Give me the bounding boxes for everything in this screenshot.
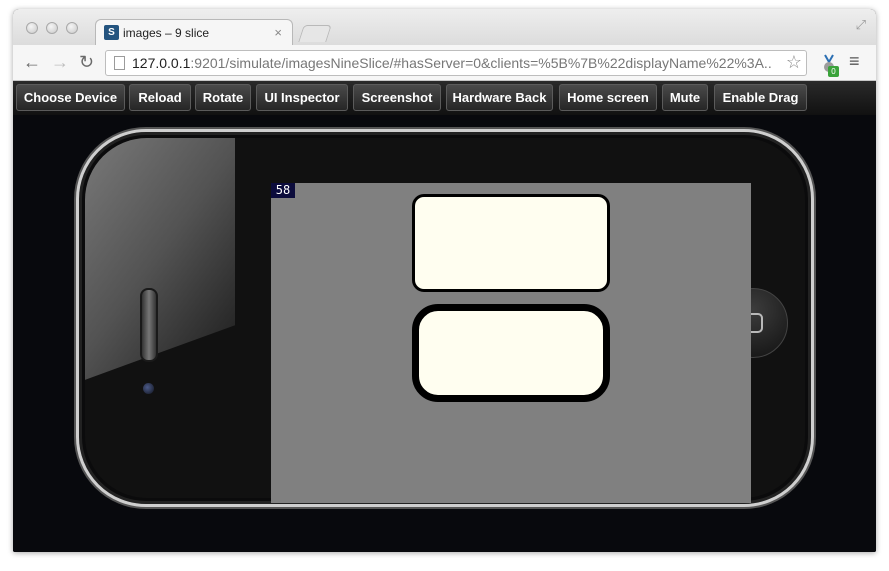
device-frame: 58 <box>76 129 814 507</box>
choose-device-button[interactable]: Choose Device <box>16 84 125 111</box>
game-engine-icon: S <box>104 25 119 40</box>
ui-inspector-button[interactable]: UI Inspector <box>256 84 348 111</box>
enable-drag-button[interactable]: Enable Drag <box>714 84 807 111</box>
menu-icon[interactable]: ≡ <box>849 51 860 72</box>
fps-counter: 58 <box>271 183 295 198</box>
extension-badge: 0 <box>828 66 839 77</box>
zoom-window-button[interactable] <box>66 22 78 34</box>
home-screen-button[interactable]: Home screen <box>559 84 657 111</box>
reload-button[interactable]: Reload <box>129 84 191 111</box>
nine-slice-panel-thick <box>412 304 610 402</box>
url-text[interactable]: 127.0.0.1:9201/simulate/imagesNineSlice/… <box>132 55 772 71</box>
rotate-button[interactable]: Rotate <box>195 84 251 111</box>
bookmark-star-icon[interactable]: ☆ <box>786 52 802 73</box>
new-tab-button[interactable] <box>298 25 332 42</box>
address-bar[interactable]: 127.0.0.1:9201/simulate/imagesNineSlice/… <box>105 50 807 76</box>
tab-active[interactable]: S images – 9 slice × <box>95 19 293 45</box>
navigation-bar: ← → ↻ 127.0.0.1:9201/simulate/imagesNine… <box>13 45 876 81</box>
tab-close-icon[interactable]: × <box>274 25 282 40</box>
forward-icon[interactable]: → <box>51 51 69 73</box>
device-screen[interactable]: 58 <box>271 183 751 503</box>
url-host: 127.0.0.1 <box>132 55 191 71</box>
page-icon <box>114 56 125 70</box>
reload-icon[interactable]: ↻ <box>79 51 94 73</box>
browser-window: S images – 9 slice × ⤢ ← → ↻ 127.0.0.1:9… <box>13 9 876 552</box>
simulator-stage: 58 <box>13 115 876 552</box>
camera-icon <box>143 383 154 394</box>
screenshot-button[interactable]: Screenshot <box>353 84 441 111</box>
device-gloss <box>85 138 235 391</box>
mute-button[interactable]: Mute <box>662 84 708 111</box>
close-window-button[interactable] <box>26 22 38 34</box>
speaker-grille <box>140 288 158 362</box>
tab-title: images – 9 slice <box>123 26 210 40</box>
fullscreen-icon[interactable]: ⤢ <box>856 17 866 33</box>
tab-bar: S images – 9 slice × ⤢ <box>13 9 876 45</box>
simulator-toolbar: Choose Device Reload Rotate UI Inspector… <box>13 81 876 115</box>
url-path: :9201/simulate/imagesNineSlice/#hasServe… <box>190 55 772 71</box>
minimize-window-button[interactable] <box>46 22 58 34</box>
back-icon[interactable]: ← <box>23 51 41 73</box>
hardware-back-button[interactable]: Hardware Back <box>446 84 553 111</box>
nine-slice-panel-thin <box>412 194 610 292</box>
